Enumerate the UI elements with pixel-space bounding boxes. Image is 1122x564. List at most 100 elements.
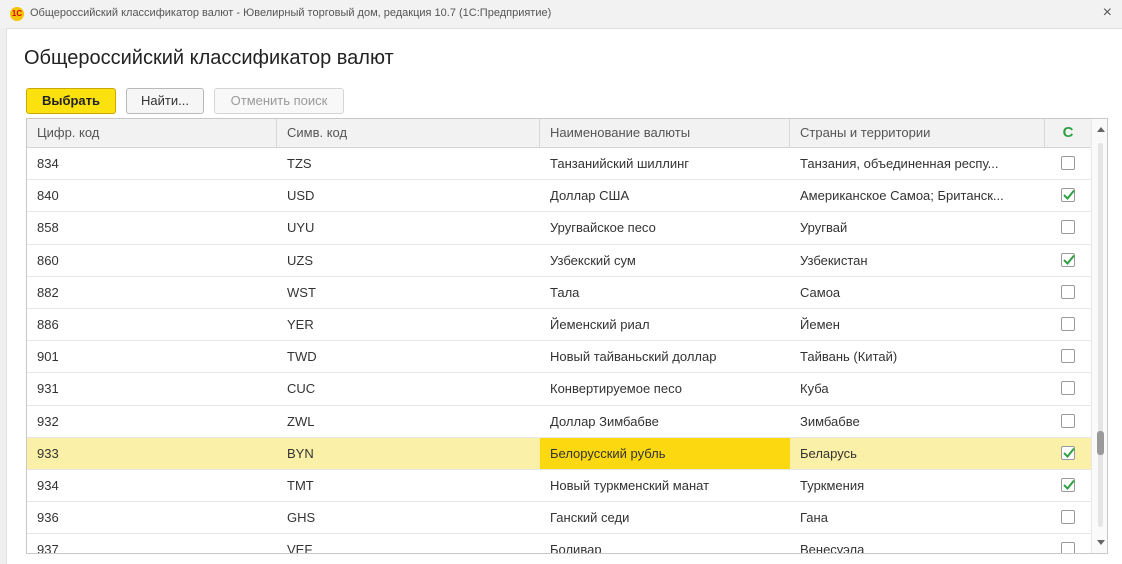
- row-numeric-code: 901: [37, 349, 59, 365]
- row-currency-name: Боливар: [550, 542, 602, 554]
- row-currency-name: Танзанийский шиллинг: [550, 156, 690, 171]
- row-checkbox[interactable]: [1061, 381, 1075, 396]
- scroll-up-icon[interactable]: [1097, 127, 1105, 132]
- row-countries: Танзания, объединенная респу...: [800, 156, 999, 171]
- table-row[interactable]: 834 TZS Танзанийский шиллинг Танзания, объе…: [27, 148, 1091, 181]
- row-countries: Самоа: [800, 284, 841, 300]
- row-checkbox[interactable]: [1061, 220, 1075, 235]
- column-header-currency-name[interactable]: Наименование валюты: [540, 119, 790, 147]
- refresh-icon[interactable]: C: [1045, 119, 1091, 147]
- table-body: 834 TZS Танзанийский шиллинг Танзания, объе…: [27, 148, 1091, 554]
- checkmark-icon: [1063, 254, 1075, 265]
- row-countries: Йемен: [800, 316, 840, 332]
- row-numeric-code: 937: [37, 542, 59, 554]
- row-checkbox[interactable]: [1061, 284, 1075, 299]
- row-symbol-code: TMT: [287, 477, 314, 493]
- row-currency-name: Узбекский сум: [550, 252, 636, 268]
- find-button[interactable]: Найти...: [126, 88, 204, 114]
- table-header: Цифр. код Симв. код Наименование валюты …: [27, 119, 1091, 148]
- row-checkbox[interactable]: [1061, 510, 1075, 525]
- table-row[interactable]: 860 UZS Узбекский сум Узбекистан: [27, 245, 1091, 277]
- window-titlebar: 1С Общероссийский классификатор валют - …: [0, 0, 1122, 29]
- table-row[interactable]: 901 TWD Новый тайваньский доллар Тайвань (К…: [27, 341, 1091, 374]
- checkmark-icon: [1063, 447, 1075, 458]
- row-numeric-code: 886: [37, 316, 59, 332]
- row-numeric-code: 936: [37, 510, 59, 526]
- row-currency-name: Новый туркменский манат: [550, 477, 710, 493]
- row-symbol-code: TZS: [287, 156, 312, 171]
- row-symbol-code: USD: [287, 188, 315, 204]
- table-row[interactable]: 886 YER Йеменский риал Йемен: [27, 309, 1091, 342]
- row-numeric-code: 931: [37, 381, 59, 397]
- row-countries: Венесуэла: [800, 542, 865, 554]
- currency-table: Цифр. код Симв. код Наименование валюты …: [26, 118, 1108, 554]
- checkmark-icon: [1063, 479, 1075, 490]
- app-logo-icon: 1С: [10, 7, 24, 21]
- row-currency-name: Доллар США: [550, 188, 630, 204]
- row-symbol-code: WST: [287, 284, 316, 300]
- row-currency-name: Йеменский риал: [550, 316, 650, 332]
- row-symbol-code: GHS: [287, 510, 316, 526]
- page-title: Общероссийский классификатор валют: [24, 47, 394, 69]
- table-row[interactable]: 858 UYU Уругвайское песо Уругвай: [27, 212, 1091, 245]
- column-header-countries[interactable]: Страны и территории: [790, 119, 1045, 147]
- table-row[interactable]: 936 GHS Ганский седи Гана: [27, 502, 1091, 535]
- row-currency-name: Ганский седи: [550, 510, 630, 526]
- row-numeric-code: 858: [37, 220, 59, 236]
- table-row[interactable]: 933 BYN Белорусский рубль Беларусь: [27, 437, 1091, 470]
- row-countries: Тайвань (Китай): [800, 349, 898, 365]
- row-checkbox[interactable]: [1061, 252, 1075, 267]
- row-numeric-code: 932: [37, 413, 59, 429]
- row-symbol-code: BYN: [287, 445, 314, 461]
- row-checkbox[interactable]: [1061, 477, 1075, 492]
- row-countries: Гана: [800, 510, 828, 526]
- row-currency-name: Доллар Зимбабве: [550, 413, 659, 429]
- scrollbar-track[interactable]: [1098, 143, 1103, 527]
- table-row[interactable]: 932 ZWL Доллар Зимбабве Зимбабве: [27, 406, 1091, 438]
- row-countries: Беларусь: [800, 445, 857, 461]
- table-row[interactable]: 931 CUC Конвертируемое песо Куба: [27, 373, 1091, 406]
- row-currency-name: Уругвайское песо: [550, 220, 656, 236]
- column-header-numeric-code[interactable]: Цифр. код: [27, 119, 277, 147]
- row-checkbox[interactable]: [1061, 349, 1075, 364]
- table-row[interactable]: 934 TMT Новый туркменский манат Туркмения: [27, 470, 1091, 503]
- row-numeric-code: 834: [37, 156, 59, 171]
- row-symbol-code: TWD: [287, 349, 317, 365]
- row-countries: Куба: [800, 381, 829, 397]
- row-countries: Узбекистан: [800, 252, 868, 268]
- scroll-down-icon[interactable]: [1097, 540, 1105, 545]
- checkmark-icon: [1063, 190, 1075, 201]
- vertical-scrollbar[interactable]: [1091, 119, 1107, 553]
- row-numeric-code: 934: [37, 477, 59, 493]
- row-checkbox[interactable]: [1061, 316, 1075, 331]
- row-numeric-code: 860: [37, 252, 59, 268]
- row-checkbox[interactable]: [1061, 445, 1075, 460]
- row-numeric-code: 840: [37, 188, 59, 204]
- row-numeric-code: 933: [37, 445, 59, 461]
- row-symbol-code: UYU: [287, 220, 315, 236]
- column-header-symbol-code[interactable]: Симв. код: [277, 119, 540, 147]
- close-icon[interactable]: ×: [1103, 4, 1112, 22]
- row-checkbox[interactable]: [1061, 156, 1075, 170]
- row-symbol-code: ZWL: [287, 413, 315, 429]
- row-countries: Уругвай: [800, 220, 848, 236]
- window-title: Общероссийский классификатор валют - Юве…: [30, 7, 552, 19]
- row-countries: Туркмения: [800, 477, 865, 493]
- select-button[interactable]: Выбрать: [26, 88, 116, 114]
- row-currency-name: Конвертируемое песо: [550, 381, 682, 397]
- row-numeric-code: 882: [37, 284, 59, 300]
- row-checkbox[interactable]: [1061, 542, 1075, 553]
- table-row[interactable]: 937 VEF Боливар Венесуэла: [27, 534, 1091, 554]
- scrollbar-thumb[interactable]: [1097, 431, 1104, 455]
- cancel-search-button[interactable]: Отменить поиск: [214, 88, 344, 114]
- row-currency-name: Новый тайваньский доллар: [550, 349, 717, 365]
- row-symbol-code: YER: [287, 316, 314, 332]
- row-symbol-code: VEF: [287, 542, 313, 554]
- table-row[interactable]: 840 USD Доллар США Американское Самоа; Брит…: [27, 180, 1091, 213]
- table-row[interactable]: 882 WST Тала Самоа: [27, 277, 1091, 309]
- row-checkbox[interactable]: [1061, 413, 1075, 428]
- row-checkbox[interactable]: [1061, 188, 1075, 203]
- row-symbol-code: UZS: [287, 252, 313, 268]
- row-symbol-code: CUC: [287, 381, 316, 397]
- row-countries: Американское Самоа; Британск...: [800, 188, 1004, 204]
